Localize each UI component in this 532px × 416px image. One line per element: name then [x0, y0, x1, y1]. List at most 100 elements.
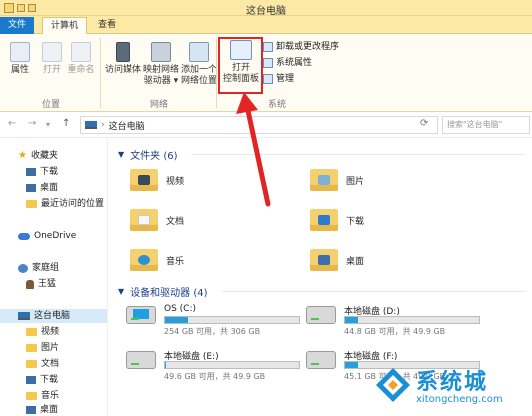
- nav-downloads-label: 下载: [40, 167, 59, 177]
- folder-tile-desktop[interactable]: 桌面: [310, 249, 364, 271]
- open-button[interactable]: 打开: [40, 42, 64, 76]
- computer-icon: [85, 121, 97, 129]
- nav-this-pc[interactable]: 这台电脑: [18, 309, 70, 323]
- section-divider: [222, 291, 526, 292]
- folder-tile-pictures[interactable]: 图片: [310, 169, 364, 191]
- folder-tile-music[interactable]: 音乐: [130, 249, 184, 271]
- open-icon: [42, 42, 62, 62]
- desktop-icon: [26, 184, 36, 192]
- music-folder-icon: [26, 392, 37, 400]
- network-drive-icon: [151, 42, 171, 62]
- pictures-folder-icon: [26, 344, 37, 352]
- tab-view[interactable]: 查看: [90, 17, 124, 34]
- system-group-label: 系统: [268, 100, 287, 110]
- computer-icon: [18, 312, 30, 320]
- brand-logo-icon: [376, 368, 410, 402]
- videos-folder-icon: [26, 328, 37, 336]
- nav-homegroup-label: 家庭组: [32, 263, 60, 273]
- nav-pictures-label: 图片: [41, 343, 60, 353]
- collapse-chevron-icon: ▼: [118, 287, 125, 296]
- hard-drive-icon: [126, 351, 156, 369]
- nav-desktop-pc[interactable]: 桌面: [26, 403, 58, 416]
- rename-button[interactable]: 重命名: [66, 42, 96, 76]
- manage-button[interactable]: 管理: [263, 72, 294, 86]
- nav-videos[interactable]: 视频: [26, 325, 59, 339]
- map-drive-label-2: 驱动器 ▾: [143, 76, 179, 86]
- nav-favorites[interactable]: ★ 收藏夹: [18, 149, 58, 163]
- system-properties-button[interactable]: 系统属性: [263, 56, 312, 70]
- back-arrow-icon[interactable]: ←: [8, 118, 16, 129]
- add-location-label-2: 网络位置: [180, 76, 217, 86]
- rename-label: 重命名: [67, 65, 95, 75]
- drives-section-header[interactable]: ▼ 设备和驱动器 (4): [118, 284, 208, 299]
- nav-favorites-label: 收藏夹: [30, 151, 58, 161]
- folder-tile-videos[interactable]: 视频: [130, 169, 184, 191]
- location-group-label: 位置: [42, 100, 61, 110]
- drives-section-title: 设备和驱动器 (4): [130, 288, 208, 299]
- folders-section-header[interactable]: ▼ 文件夹 (6): [118, 147, 178, 162]
- media-server-icon: [116, 42, 130, 62]
- map-drive-label-1: 映射网络: [142, 65, 179, 75]
- documents-folder-icon: [26, 360, 37, 368]
- nav-music[interactable]: 音乐: [26, 389, 59, 403]
- checklist-icon: [10, 42, 30, 62]
- collapse-chevron-icon: ▼: [118, 150, 125, 159]
- folder-tile-downloads[interactable]: 下载: [310, 209, 364, 231]
- manage-label: 管理: [276, 74, 295, 84]
- breadcrumb-separator-icon: ›: [101, 120, 105, 130]
- tab-computer[interactable]: 计算机: [42, 17, 88, 34]
- windows-drive-icon: [126, 306, 156, 324]
- nav-documents[interactable]: 文档: [26, 357, 59, 371]
- address-field[interactable]: › 这台电脑: [80, 116, 438, 134]
- add-network-location-button[interactable]: 添加一个 网络位置: [180, 42, 218, 87]
- properties-button[interactable]: 属性: [8, 42, 32, 76]
- homegroup-icon: [18, 263, 28, 273]
- nav-downloads[interactable]: 下载: [26, 165, 58, 179]
- access-media-button[interactable]: 访问媒体: [104, 42, 142, 76]
- drive-usage-fill: [165, 362, 167, 368]
- nav-this-pc-label: 这台电脑: [34, 311, 71, 321]
- user-icon: [26, 279, 34, 289]
- nav-recent[interactable]: 最近访问的位置: [26, 197, 104, 211]
- group-divider: [216, 38, 217, 108]
- tab-file[interactable]: 文件: [0, 17, 34, 34]
- drive-usage-fill: [345, 362, 359, 368]
- forward-arrow-icon[interactable]: →: [28, 118, 36, 129]
- navigation-pane: ★ 收藏夹 下载 桌面 最近访问的位置 OneDrive 家庭组 王猛 这台电脑…: [0, 139, 108, 416]
- network-group-label: 网络: [150, 100, 169, 110]
- folder-label: 音乐: [166, 256, 185, 267]
- nav-music-label: 音乐: [41, 391, 60, 401]
- drive-e[interactable]: 本地磁盘 (E:) 49.6 GB 可用，共 49.9 GB: [126, 349, 306, 383]
- drive-usage-bar: [164, 316, 300, 324]
- downloads-folder-icon: [310, 209, 338, 231]
- folder-label: 桌面: [346, 256, 365, 267]
- refresh-icon[interactable]: ⟳: [420, 118, 428, 129]
- hard-drive-icon: [306, 351, 336, 369]
- nav-onedrive[interactable]: OneDrive: [18, 229, 76, 243]
- nav-homegroup-user[interactable]: 王猛: [26, 277, 56, 291]
- nav-desktop[interactable]: 桌面: [26, 181, 58, 195]
- nav-homegroup[interactable]: 家庭组: [18, 261, 59, 275]
- properties-label: 属性: [10, 65, 29, 75]
- uninstall-program-button[interactable]: 卸载或更改程序: [263, 40, 339, 54]
- drive-c[interactable]: OS (C:) 254 GB 可用，共 306 GB: [126, 304, 306, 338]
- breadcrumb[interactable]: 这台电脑: [109, 119, 145, 132]
- folder-tile-documents[interactable]: 文档: [130, 209, 184, 231]
- up-arrow-icon[interactable]: ↑: [62, 118, 70, 129]
- nav-downloads-pc-label: 下载: [40, 375, 59, 385]
- drive-d[interactable]: 本地磁盘 (D:) 44.8 GB 可用，共 49.9 GB: [306, 304, 486, 338]
- checklist-icon: [263, 58, 273, 68]
- nav-downloads-pc[interactable]: 下载: [26, 373, 58, 387]
- rename-icon: [71, 42, 91, 62]
- title-bar: 这台电脑: [0, 0, 532, 17]
- download-icon: [26, 168, 36, 176]
- search-input[interactable]: 搜索"这台电脑": [442, 116, 530, 134]
- nav-onedrive-label: OneDrive: [34, 231, 77, 241]
- drive-space-info: 254 GB 可用，共 306 GB: [164, 327, 261, 336]
- map-network-drive-button[interactable]: 映射网络 驱动器 ▾: [142, 42, 180, 87]
- ribbon: 属性 打开 重命名 位置 访问媒体 映射网络 驱动器 ▾ 添加一个 网络位置 网…: [0, 34, 532, 112]
- drive-usage-bar: [344, 316, 480, 324]
- nav-pictures[interactable]: 图片: [26, 341, 59, 355]
- folder-label: 视频: [166, 176, 185, 187]
- history-chevron-icon[interactable]: ▾: [46, 120, 50, 129]
